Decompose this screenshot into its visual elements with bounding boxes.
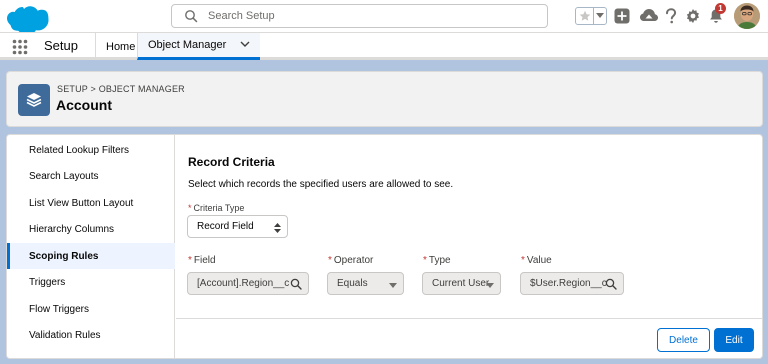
breadcrumb[interactable]: SETUP > OBJECT MANAGER <box>57 84 185 94</box>
sidebar-item-search-layouts[interactable]: Search Layouts <box>7 163 175 189</box>
chevron-down-icon <box>389 281 397 292</box>
type-value: Current User <box>432 278 490 289</box>
sidebar-item-label: Related Lookup Filters <box>29 144 130 156</box>
sidebar: Related Lookup Filters Search Layouts Li… <box>7 135 175 358</box>
page-title: Account <box>56 97 112 113</box>
context-bar: Setup Home Object Manager <box>0 33 768 60</box>
detail-body: Related Lookup Filters Search Layouts Li… <box>6 134 763 359</box>
favorites-star-icon[interactable] <box>576 8 594 24</box>
tab-label: Object Manager <box>148 39 227 51</box>
sidebar-item-label: Search Layouts <box>29 170 99 182</box>
search-icon <box>184 9 198 28</box>
value-input[interactable]: $User.Region__c <box>520 272 624 295</box>
sidebar-item-label: Hierarchy Columns <box>29 223 115 235</box>
global-header: 1 <box>0 0 768 35</box>
sidebar-item-scoping-rules[interactable]: Scoping Rules <box>7 243 175 269</box>
tab-label: Home <box>106 40 136 53</box>
add-icon[interactable] <box>613 7 631 25</box>
criteria-type-value: Record Field <box>197 221 254 232</box>
edit-button[interactable]: Edit <box>714 328 754 352</box>
sidebar-item-triggers[interactable]: Triggers <box>7 269 175 295</box>
page-header: SETUP > OBJECT MANAGER Account <box>6 71 763 127</box>
section-description: Select which records the specified users… <box>188 179 454 190</box>
operator-select[interactable]: Equals <box>327 272 404 295</box>
search-icon <box>290 278 302 293</box>
required-marker: * <box>423 255 427 266</box>
gear-icon[interactable] <box>684 7 702 25</box>
field-value: [Account].Region__c <box>197 278 290 289</box>
operator-label: * Operator <box>328 255 374 266</box>
favorites-dropdown-icon[interactable] <box>594 8 606 24</box>
value-label: * Value <box>521 255 552 266</box>
sidebar-item-label: Scoping Rules <box>29 250 99 262</box>
required-marker: * <box>521 255 525 266</box>
criteria-type-select[interactable]: Record Field <box>187 215 288 238</box>
required-marker: * <box>328 255 332 266</box>
notification-badge: 1 <box>715 3 726 14</box>
tab-object-manager[interactable]: Object Manager <box>137 33 261 60</box>
section-title: Record Criteria <box>188 155 275 169</box>
trailhead-icon[interactable] <box>640 7 658 25</box>
chevron-down-icon[interactable] <box>240 39 250 51</box>
sidebar-item-hierarchy-columns[interactable]: Hierarchy Columns <box>7 216 175 242</box>
sidebar-item-validation-rules[interactable]: Validation Rules <box>7 322 175 348</box>
value-value: $User.Region__c <box>530 278 607 289</box>
favorites-group <box>575 7 607 25</box>
sidebar-item-related-lookup-filters[interactable]: Related Lookup Filters <box>7 137 175 163</box>
search-input[interactable] <box>208 6 528 26</box>
object-layers-icon <box>18 84 50 116</box>
app-name: Setup <box>44 38 78 53</box>
help-icon[interactable] <box>662 7 680 25</box>
sidebar-item-label: Triggers <box>29 276 66 288</box>
search-icon <box>605 278 617 293</box>
form-footer: Delete Edit <box>176 318 762 358</box>
global-search[interactable] <box>171 4 548 28</box>
sidebar-item-label: List View Button Layout <box>29 197 134 209</box>
type-select[interactable]: Current User <box>422 272 501 295</box>
sidebar-item-flow-triggers[interactable]: Flow Triggers <box>7 296 175 322</box>
required-marker: * <box>188 255 192 266</box>
criteria-type-label: * Criteria Type <box>188 203 245 213</box>
sidebar-item-label: Validation Rules <box>29 329 101 341</box>
sidebar-item-label: Flow Triggers <box>29 303 90 315</box>
app-launcher-icon[interactable] <box>12 39 28 60</box>
operator-value: Equals <box>337 278 368 289</box>
field-label: * Field <box>188 255 216 266</box>
delete-button[interactable]: Delete <box>657 328 710 352</box>
avatar[interactable] <box>734 3 760 29</box>
type-label: * Type <box>423 255 451 266</box>
field-input[interactable]: [Account].Region__c <box>187 272 309 295</box>
sort-arrows-icon <box>274 223 281 236</box>
required-marker: * <box>188 203 192 213</box>
sidebar-item-list-view-button-layout[interactable]: List View Button Layout <box>7 190 175 216</box>
chevron-down-icon <box>486 281 494 292</box>
